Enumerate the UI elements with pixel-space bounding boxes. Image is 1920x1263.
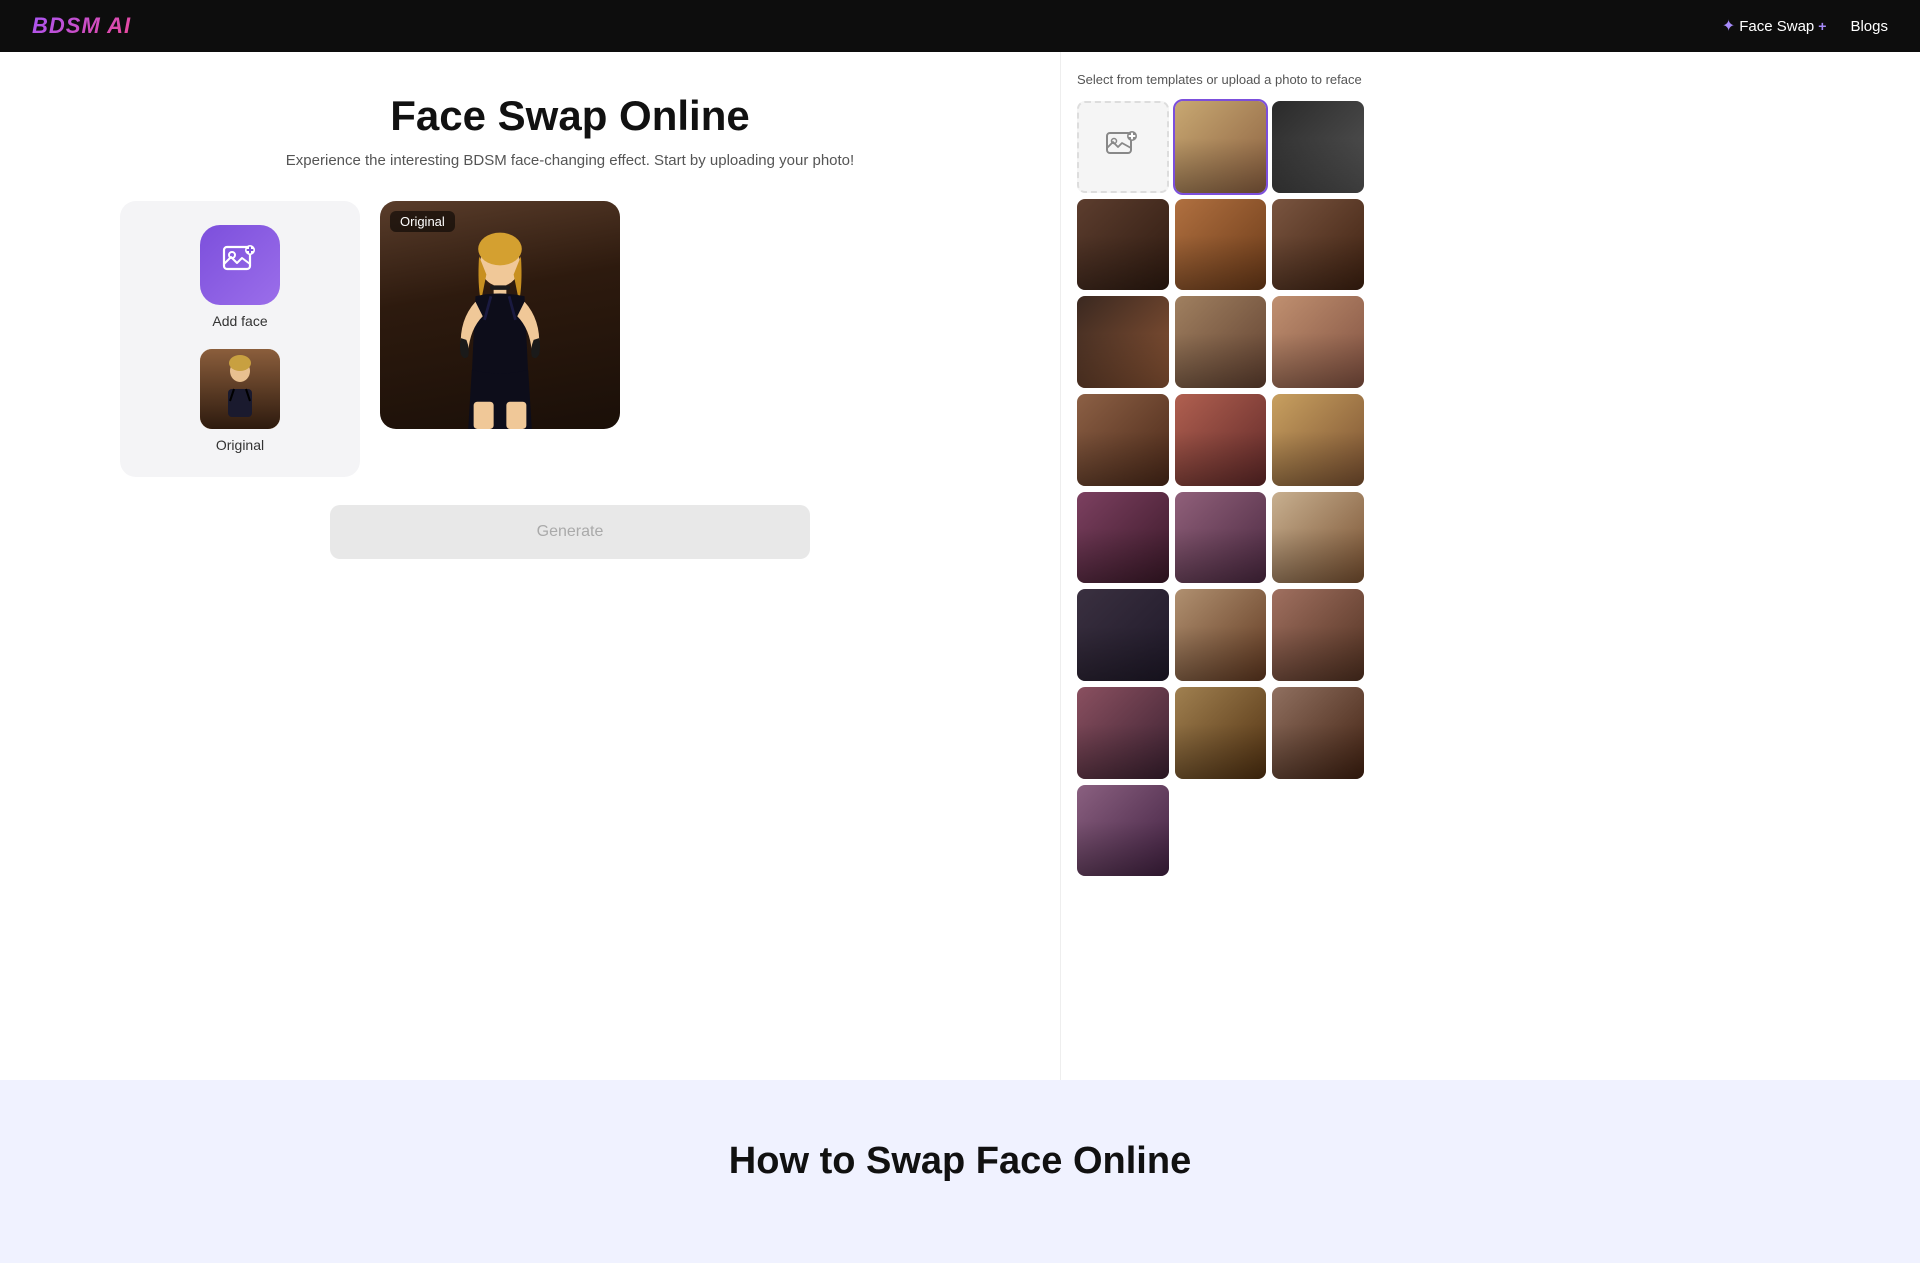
template-item[interactable] xyxy=(1175,492,1267,584)
bottom-section: How to Swap Face Online xyxy=(0,1080,1920,1263)
template-item[interactable] xyxy=(1077,492,1169,584)
spark-icon: ✦ xyxy=(1722,16,1735,36)
template-item[interactable] xyxy=(1272,101,1364,193)
workspace: Add face xyxy=(120,201,1020,477)
template-item[interactable] xyxy=(1272,687,1364,779)
template-item[interactable] xyxy=(1272,394,1364,486)
template-item[interactable] xyxy=(1175,589,1267,681)
template-upload-button[interactable] xyxy=(1077,101,1169,193)
template-item[interactable] xyxy=(1077,785,1169,877)
sidebar: Select from templates or upload a photo … xyxy=(1060,52,1380,1080)
template-item[interactable] xyxy=(1272,589,1364,681)
template-item[interactable] xyxy=(1175,687,1267,779)
navbar: BDSM AI ✦ Face Swap + Blogs xyxy=(0,0,1920,52)
page-title: Face Swap Online xyxy=(120,92,1020,140)
plus-icon: + xyxy=(1818,18,1826,34)
template-grid xyxy=(1077,101,1364,876)
generate-button[interactable]: Generate xyxy=(330,505,810,559)
template-item[interactable] xyxy=(1077,687,1169,779)
add-face-label: Add face xyxy=(212,313,267,329)
original-label: Original xyxy=(216,437,264,453)
template-item[interactable] xyxy=(1175,296,1267,388)
original-image-container: Original xyxy=(380,201,620,429)
page-subtitle: Experience the interesting BDSM face-cha… xyxy=(120,152,1020,169)
template-item[interactable] xyxy=(1272,199,1364,291)
logo[interactable]: BDSM AI xyxy=(32,13,131,39)
bottom-title: How to Swap Face Online xyxy=(40,1140,1880,1183)
figure-area xyxy=(380,201,620,429)
template-item[interactable] xyxy=(1077,589,1169,681)
template-item[interactable] xyxy=(1077,199,1169,291)
template-item[interactable] xyxy=(1175,199,1267,291)
page-wrapper: Face Swap Online Experience the interest… xyxy=(0,52,1920,1080)
add-face-button[interactable] xyxy=(200,225,280,305)
face-panel: Add face xyxy=(120,201,360,477)
template-item[interactable] xyxy=(1272,296,1364,388)
nav-face-swap[interactable]: ✦ Face Swap + xyxy=(1722,16,1827,36)
template-item[interactable] xyxy=(1175,101,1267,193)
original-face-item: Original xyxy=(140,349,340,453)
navbar-right: ✦ Face Swap + Blogs xyxy=(1722,16,1888,36)
template-item[interactable] xyxy=(1077,394,1169,486)
add-face-item: Add face xyxy=(140,225,340,329)
template-item[interactable] xyxy=(1077,296,1169,388)
upload-icon xyxy=(1105,129,1141,165)
original-badge: Original xyxy=(390,211,455,232)
add-face-icon xyxy=(221,242,259,288)
template-item[interactable] xyxy=(1175,394,1267,486)
face-swap-nav-label: Face Swap xyxy=(1739,18,1814,35)
original-thumbnail[interactable] xyxy=(200,349,280,429)
main-content: Face Swap Online Experience the interest… xyxy=(0,52,1060,1080)
blogs-nav-link[interactable]: Blogs xyxy=(1850,18,1888,35)
sidebar-instruction: Select from templates or upload a photo … xyxy=(1077,72,1364,87)
template-item[interactable] xyxy=(1272,492,1364,584)
